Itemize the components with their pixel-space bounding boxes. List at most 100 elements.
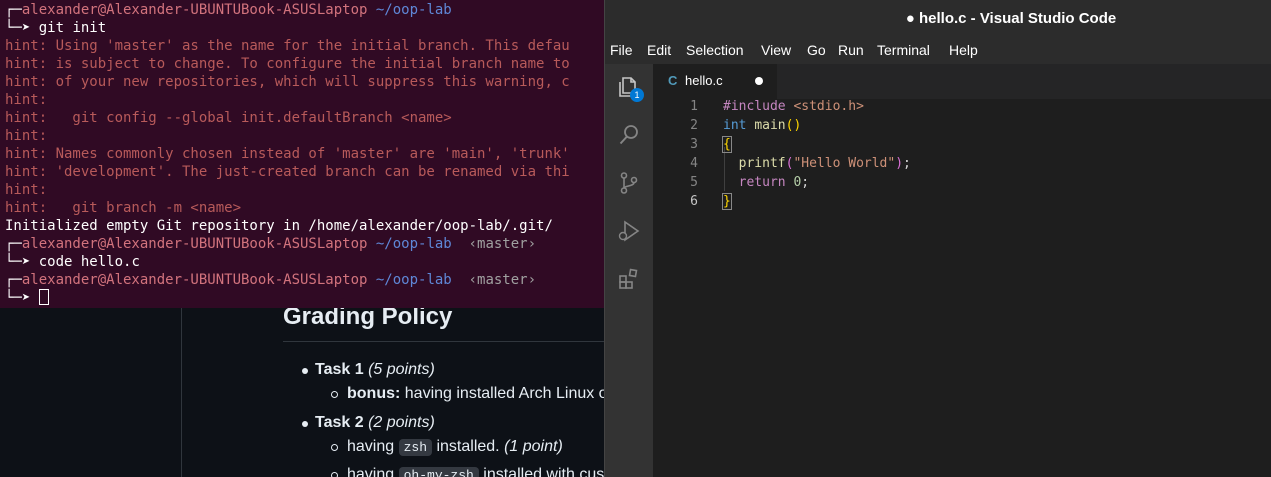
search-icon[interactable] xyxy=(617,123,641,147)
having-text: having xyxy=(347,466,395,477)
menu-selection[interactable]: Selection xyxy=(686,42,744,58)
menu-file[interactable]: File xyxy=(610,42,633,58)
return-keyword: return xyxy=(738,175,786,190)
bonus-label: bonus: xyxy=(347,385,401,402)
task2-item: Task 2 (2 points) xyxy=(315,414,435,432)
code-editor[interactable]: 1 2 3 4 5 6 #include <stdio.h> int main(… xyxy=(653,99,1271,477)
bonus-item: bonus: having installed Arch Linux o xyxy=(347,385,608,403)
line-number: 2 xyxy=(690,118,698,133)
bullet-icon xyxy=(302,421,308,427)
unsaved-dot-icon[interactable] xyxy=(755,77,763,85)
close-brace: } xyxy=(722,193,732,210)
parens: () xyxy=(785,118,802,133)
include-directive: #include xyxy=(723,99,786,114)
prompt-branch: ‹master› xyxy=(468,272,537,288)
having-text: having xyxy=(347,438,395,455)
prompt-path: ~/oop-lab xyxy=(375,272,452,288)
task2-title: Task 2 xyxy=(315,414,364,431)
prompt-arrow: └─➤ xyxy=(5,20,31,36)
source-control-icon[interactable] xyxy=(617,171,641,195)
command-text: git init xyxy=(38,20,107,36)
tab-label: hello.c xyxy=(685,73,723,88)
bullet-icon xyxy=(302,368,308,374)
code-line-3: { xyxy=(722,136,732,153)
sub-bullet-icon xyxy=(331,391,338,398)
prompt-path: ~/oop-lab xyxy=(375,2,452,18)
hint-line: hint: xyxy=(5,92,48,108)
tab-hello-c[interactable]: C hello.c xyxy=(653,64,777,99)
window-titlebar[interactable]: ● hello.c - Visual Studio Code xyxy=(605,0,1271,38)
command-line[interactable]: └─➤ xyxy=(5,289,607,307)
terminal-cursor xyxy=(38,289,49,305)
run-debug-icon[interactable] xyxy=(617,219,641,243)
type-keyword: int xyxy=(723,118,747,133)
menu-run[interactable]: Run xyxy=(838,42,864,58)
close-paren: ) xyxy=(895,156,904,171)
line-number: 5 xyxy=(690,175,698,190)
menu-go[interactable]: Go xyxy=(807,42,826,58)
hint-line: hint: is subject to change. To configure… xyxy=(5,56,570,72)
prompt-box-top: ┌─ xyxy=(5,236,22,252)
function-name: main xyxy=(754,118,786,133)
menu-help[interactable]: Help xyxy=(949,42,978,58)
command-line: └─➤ code hello.c xyxy=(5,253,607,271)
code-line-4: printf("Hello World"); xyxy=(723,156,911,171)
page-sidebar-divider xyxy=(181,300,182,477)
command-line: └─➤ git init xyxy=(5,19,607,37)
semicolon: ; xyxy=(903,156,911,171)
installed-custom-text: installed with cus xyxy=(483,466,605,477)
bonus-text: having installed Arch Linux o xyxy=(404,385,608,402)
hint-line: hint: xyxy=(5,128,48,144)
prompt-line: ┌─alexander@Alexander-UBUNTUBook-ASUSLap… xyxy=(5,271,607,289)
hint-line: hint: Using 'master' as the name for the… xyxy=(5,38,570,54)
code-line-6: } xyxy=(722,193,732,210)
prompt-path: ~/oop-lab xyxy=(375,236,452,252)
prompt-user-host: alexander@Alexander-UBUNTUBook-ASUSLapto… xyxy=(21,236,368,252)
prompt-line: ┌─alexander@Alexander-UBUNTUBook-ASUSLap… xyxy=(5,1,607,19)
sub-bullet-icon xyxy=(331,444,338,451)
hint-line: hint: xyxy=(5,182,48,198)
prompt-line: ┌─alexander@Alexander-UBUNTUBook-ASUSLap… xyxy=(5,235,607,253)
installed-text: installed. xyxy=(436,438,500,455)
menu-terminal[interactable]: Terminal xyxy=(877,42,930,58)
task1-item: Task 1 (5 points) xyxy=(315,361,435,379)
task2-points: (2 points) xyxy=(368,414,435,431)
activity-bar xyxy=(605,64,653,477)
line-number: 1 xyxy=(690,99,698,114)
menu-view[interactable]: View xyxy=(761,42,791,58)
prompt-arrow: └─➤ xyxy=(5,254,31,270)
menu-bar: File Edit Selection View Go Run Terminal… xyxy=(605,38,1271,64)
prompt-branch: ‹master› xyxy=(468,236,537,252)
open-brace: { xyxy=(722,136,732,153)
printf-call: printf xyxy=(738,156,786,171)
prompt-box-top: ┌─ xyxy=(5,272,22,288)
explorer-badge: 1 xyxy=(630,88,644,102)
editor-tab-bar: C hello.c xyxy=(653,64,1271,99)
ohmyzsh-code: oh-my-zsh xyxy=(398,467,479,477)
task1-title: Task 1 xyxy=(315,361,364,378)
menu-edit[interactable]: Edit xyxy=(647,42,671,58)
terminal-window[interactable]: ┌─alexander@Alexander-UBUNTUBook-ASUSLap… xyxy=(0,0,607,308)
include-header: <stdio.h> xyxy=(793,99,864,114)
extensions-icon[interactable] xyxy=(617,267,641,291)
line-number: 4 xyxy=(690,156,698,171)
hint-line: hint: Names commonly chosen instead of '… xyxy=(5,146,570,162)
heading-rule xyxy=(283,341,613,342)
task1-points: (5 points) xyxy=(368,361,435,378)
code-line-5: return 0; xyxy=(723,175,809,190)
code-line-2: int main() xyxy=(723,118,801,133)
semicolon: ; xyxy=(801,175,810,190)
prompt-box-top: ┌─ xyxy=(5,2,22,18)
init-message: Initialized empty Git repository in /hom… xyxy=(5,218,553,234)
vscode-window[interactable]: ● hello.c - Visual Studio Code File Edit… xyxy=(604,0,1271,477)
hint-line: hint: of your new repositories, which wi… xyxy=(5,74,570,90)
command-text: code hello.c xyxy=(38,254,140,270)
hint-line: hint: git branch -m <name> xyxy=(5,200,242,216)
ohmyzsh-item: having oh-my-zsh installed with cus xyxy=(347,466,604,477)
line-number-active: 6 xyxy=(690,194,698,209)
one-point-text: (1 point) xyxy=(504,438,563,455)
c-language-icon: C xyxy=(668,73,678,88)
hint-line: hint: git config --global init.defaultBr… xyxy=(5,110,452,126)
line-number: 3 xyxy=(690,137,698,152)
prompt-user-host: alexander@Alexander-UBUNTUBook-ASUSLapto… xyxy=(21,2,368,18)
